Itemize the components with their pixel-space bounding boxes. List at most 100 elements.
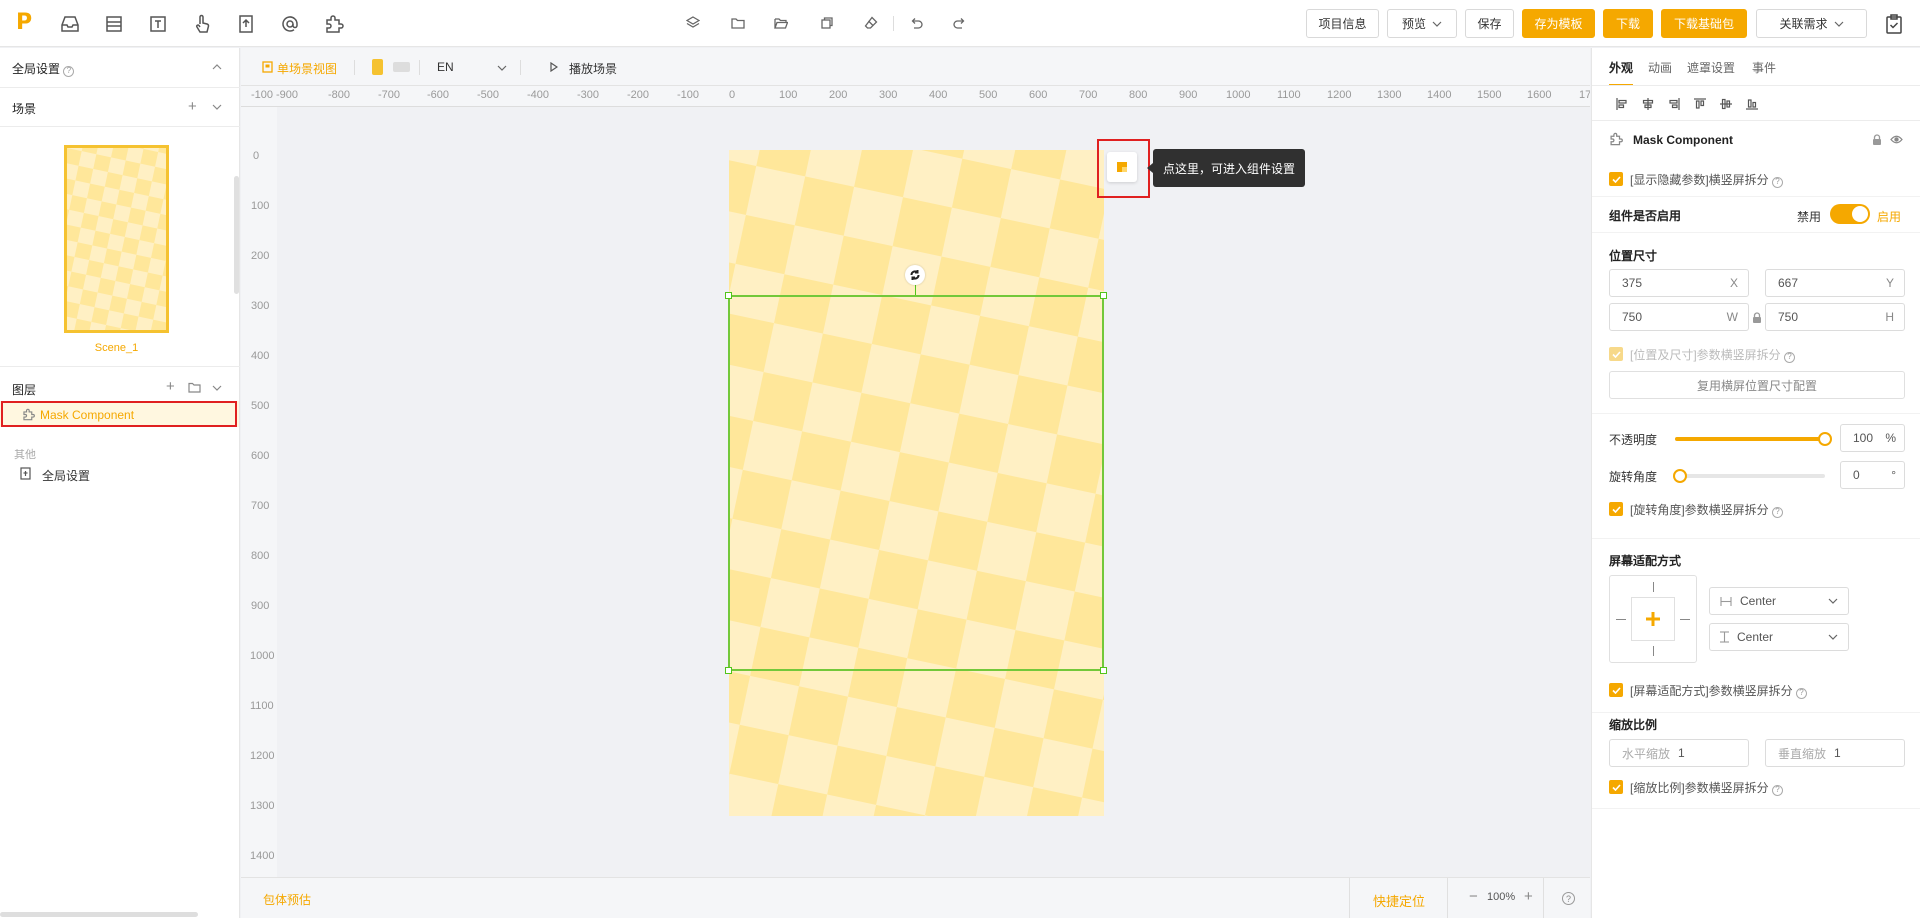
download-base-button[interactable]: 下载基础包 — [1661, 9, 1747, 38]
adapt-split-checkbox[interactable] — [1609, 683, 1623, 697]
horizontal-adapt-value: Center — [1740, 594, 1777, 608]
help-icon[interactable]: ? — [1796, 687, 1808, 699]
horizontal-adapt-select[interactable]: Center — [1709, 587, 1849, 615]
clipboard-check-icon[interactable] — [1882, 12, 1906, 36]
x-input[interactable]: 375 X — [1609, 269, 1749, 297]
align-bottom-icon[interactable] — [1746, 98, 1758, 110]
tab-events[interactable]: 事件 — [1752, 59, 1776, 76]
align-top-icon[interactable] — [1694, 98, 1706, 110]
single-scene-view-button[interactable]: 单场景视图 — [277, 60, 337, 77]
preview-dropdown[interactable]: 预览 — [1387, 9, 1457, 38]
collapse-icon[interactable] — [212, 64, 222, 70]
help-icon[interactable]: ? — [1772, 506, 1784, 518]
align-center-h-icon[interactable] — [1642, 98, 1654, 110]
opacity-slider-knob[interactable] — [1818, 432, 1832, 446]
tab-animation[interactable]: 动画 — [1648, 59, 1672, 76]
eraser-icon[interactable] — [862, 14, 880, 32]
quick-locate-button[interactable]: 快捷定位 — [1373, 891, 1425, 910]
opacity-slider-track[interactable] — [1675, 432, 1832, 446]
anchor-top-line[interactable] — [1653, 582, 1654, 592]
folder-open-icon[interactable] — [772, 14, 790, 32]
ruler-tick: 1200 — [1327, 89, 1352, 101]
add-scene-icon[interactable]: + — [188, 98, 197, 115]
horizontal-scale-input[interactable]: 水平缩放 1 — [1609, 739, 1749, 767]
divider — [0, 126, 240, 127]
h-input[interactable]: 750 H — [1765, 303, 1905, 331]
aspect-lock-icon[interactable] — [1752, 312, 1762, 323]
enable-toggle[interactable] — [1830, 204, 1870, 224]
anchor-center[interactable] — [1631, 597, 1675, 641]
tab-mask-settings[interactable]: 遮罩设置 — [1687, 59, 1735, 76]
chevron-down-icon[interactable] — [497, 65, 507, 71]
add-layer-icon[interactable]: + — [166, 378, 175, 395]
help-icon[interactable]: ? — [63, 65, 75, 77]
layout-icon[interactable] — [102, 12, 126, 36]
resize-handle[interactable] — [1100, 292, 1107, 299]
at-icon[interactable] — [278, 12, 302, 36]
folder-icon[interactable] — [188, 382, 201, 393]
ruler-tick: -300 — [577, 89, 600, 101]
undo-icon[interactable] — [907, 14, 925, 32]
zoom-out-button[interactable]: − — [1469, 888, 1478, 905]
align-right-icon[interactable] — [1668, 98, 1680, 110]
chevron-down-icon[interactable] — [212, 104, 222, 110]
download-button[interactable]: 下载 — [1603, 9, 1653, 38]
save-button[interactable]: 保存 — [1465, 9, 1514, 38]
help-icon[interactable]: ? — [1562, 892, 1575, 905]
inbox-icon[interactable] — [58, 12, 82, 36]
text-icon[interactable] — [146, 12, 170, 36]
folder-icon[interactable] — [729, 14, 747, 32]
link-demand-dropdown[interactable]: 关联需求 — [1756, 9, 1867, 38]
play-icon[interactable] — [550, 62, 558, 72]
y-input[interactable]: 667 Y — [1765, 269, 1905, 297]
scene-name[interactable]: Scene_1 — [64, 342, 169, 354]
redo-icon[interactable] — [951, 14, 969, 32]
puzzle-icon[interactable] — [322, 12, 346, 36]
copy-icon[interactable] — [818, 14, 836, 32]
anchor-right-line[interactable] — [1680, 619, 1690, 620]
anchor-picker[interactable] — [1609, 575, 1697, 663]
align-left-icon[interactable] — [1616, 98, 1628, 110]
chevron-down-icon[interactable] — [212, 385, 222, 391]
vertical-adapt-select[interactable]: Center — [1709, 623, 1849, 651]
rotation-split-checkbox[interactable] — [1609, 502, 1623, 516]
scene-thumbnail[interactable] — [64, 145, 169, 333]
touch-icon[interactable] — [190, 12, 214, 36]
vertical-scale-input[interactable]: 垂直缩放 1 — [1765, 739, 1905, 767]
resize-handle[interactable] — [725, 292, 732, 299]
anchor-bottom-line[interactable] — [1653, 646, 1654, 656]
landscape-toggle[interactable] — [393, 62, 410, 72]
tab-appearance[interactable]: 外观 — [1609, 59, 1633, 76]
portrait-toggle[interactable] — [372, 59, 383, 75]
show-hidden-checkbox[interactable] — [1609, 172, 1623, 186]
help-icon[interactable]: ? — [1772, 784, 1784, 796]
selection-box[interactable] — [728, 295, 1104, 671]
lock-icon[interactable] — [1872, 134, 1882, 145]
reuse-landscape-button[interactable]: 复用横屏位置尺寸配置 — [1609, 371, 1905, 399]
resize-handle[interactable] — [1100, 667, 1107, 674]
anchor-left-line[interactable] — [1616, 619, 1626, 620]
help-icon[interactable]: ? — [1784, 351, 1796, 363]
zoom-in-button[interactable]: + — [1524, 888, 1533, 905]
save-template-button[interactable]: 存为模板 — [1522, 9, 1595, 38]
scene-scrollbar[interactable] — [234, 176, 239, 294]
rotation-input[interactable]: 0 ° — [1840, 461, 1905, 489]
w-input[interactable]: 750 W — [1609, 303, 1749, 331]
project-info-button[interactable]: 项目信息 — [1306, 9, 1379, 38]
upload-icon[interactable] — [234, 12, 258, 36]
body-estimate-link[interactable]: 包体预估 — [263, 891, 311, 908]
help-icon[interactable]: ? — [1772, 176, 1784, 188]
play-scene-button[interactable]: 播放场景 — [569, 60, 617, 77]
horizontal-scrollbar[interactable] — [0, 912, 198, 917]
resize-handle[interactable] — [725, 667, 732, 674]
align-middle-v-icon[interactable] — [1720, 98, 1732, 110]
opacity-input[interactable]: 100% — [1840, 424, 1905, 452]
rotation-slider-track[interactable] — [1673, 469, 1825, 483]
rotation-slider-knob[interactable] — [1673, 469, 1687, 483]
layers-icon[interactable] — [684, 14, 702, 32]
scale-split-checkbox[interactable] — [1609, 780, 1623, 794]
eye-icon[interactable] — [1890, 135, 1903, 144]
rotate-handle-icon[interactable] — [905, 265, 925, 285]
other-item-global[interactable]: 全局设置 — [42, 467, 90, 484]
language-select[interactable]: EN — [437, 60, 454, 74]
